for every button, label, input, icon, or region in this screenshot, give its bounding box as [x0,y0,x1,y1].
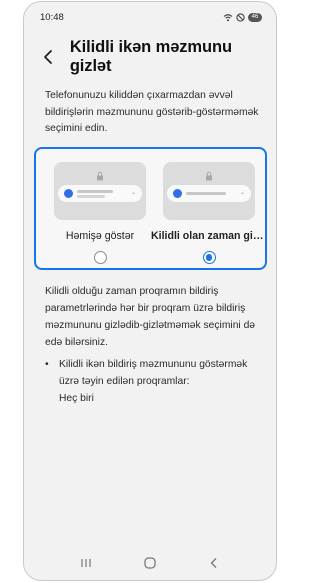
option-label: Həmişə göstər [65,230,135,242]
status-icons: 46 [223,12,262,22]
page-title: Kilidli ikən məzmunu gizlət [69,38,232,75]
recent-apps-icon[interactable] [76,553,96,573]
navigation-bar [24,546,276,580]
radio-always-show[interactable] [93,251,107,264]
option-hide-when-locked[interactable]: ⌄ Kilidli olan zaman gizlət [151,162,267,268]
apps-section[interactable]: • Kilidli ikən bildiriş məzmununu göstər… [45,356,269,407]
notification-preview: ⌄ [167,185,251,202]
phone-frame: 10:48 46 Kilidli ikən məzmunu gizlət Tel… [23,1,277,581]
option-label: Kilidli olan zaman gizlət [151,230,267,242]
do-not-disturb-icon [236,12,245,22]
back-arrow-icon[interactable] [42,48,60,66]
apps-section-value: Heç biri [59,393,94,404]
lock-screen-options-card: ⌄ Həmişə göstər ⌄ Kilidli olan zaman giz… [34,147,267,270]
lock-icon [204,168,214,181]
notification-preview: ⌄ [58,185,142,202]
radio-hide-when-locked[interactable] [202,251,216,264]
wifi-icon [223,13,233,22]
preview-always-show: ⌄ [54,162,146,220]
option-always-show[interactable]: ⌄ Həmişə göstər [54,162,146,268]
lock-icon [95,168,105,181]
bullet: • [45,359,49,370]
status-bar: 10:48 46 [24,2,276,32]
status-time: 10:48 [40,11,64,23]
apps-section-label: Kilidli ikən bildiriş məzmununu göstərmə… [59,359,248,387]
preview-hide-when-locked: ⌄ [163,162,255,220]
header: Kilidli ikən məzmunu gizlət [24,38,276,75]
battery-icon: 46 [248,12,262,22]
home-icon[interactable] [140,553,160,573]
intro-text: Telefonunuzu kiliddən çıxarmazdan əvvəl … [45,90,259,134]
back-icon[interactable] [204,553,224,573]
description-text: Kilidli olduğu zaman proqramın bildiriş … [45,286,256,348]
